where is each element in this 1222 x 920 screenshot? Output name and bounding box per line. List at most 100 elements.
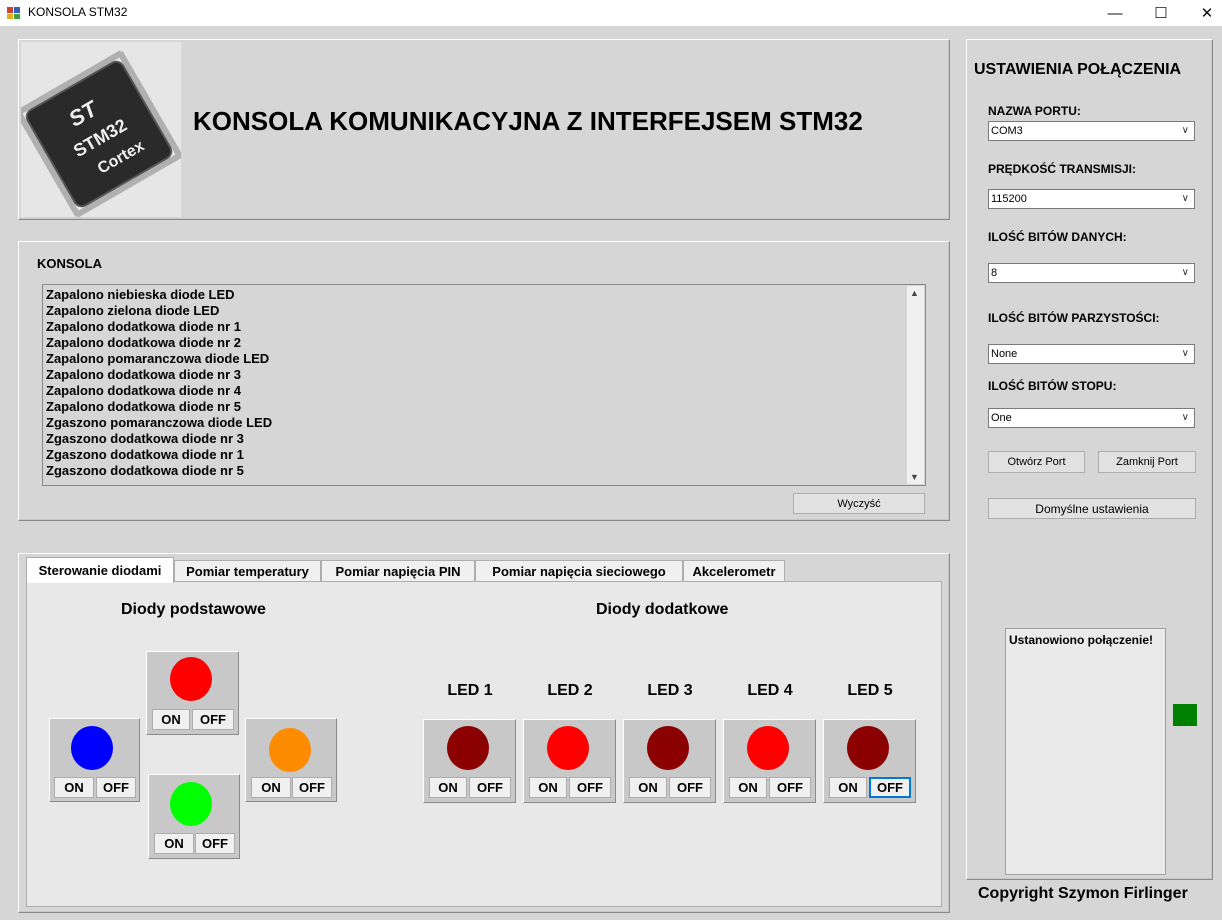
- extra-led5-group: ON OFF: [823, 719, 916, 803]
- led2-off-button[interactable]: OFF: [569, 777, 611, 798]
- settings-title: USTAWIENIA POŁĄCZENIA: [974, 61, 1182, 78]
- led5-label: LED 5: [847, 682, 893, 699]
- copyright-text: Copyright Szymon Firlinger: [978, 885, 1188, 902]
- baud-value: 115200: [991, 193, 1027, 205]
- title-bar[interactable]: KONSOLA STM32 — ☐ ✕: [0, 0, 1222, 26]
- extra-led2-group: ON OFF: [523, 719, 616, 803]
- extra-led3-group: ON OFF: [623, 719, 716, 803]
- page-title: KONSOLA KOMUNIKACYJNA Z INTERFEJSEM STM3…: [193, 106, 863, 136]
- led-red-off-button[interactable]: OFF: [192, 709, 234, 730]
- led1-off-button[interactable]: OFF: [469, 777, 511, 798]
- led-blue-on-button[interactable]: ON: [54, 777, 94, 798]
- stm32-chip-image: ST STM32 Cortex: [21, 42, 181, 217]
- led1-on-button[interactable]: ON: [429, 777, 467, 798]
- console-scrollbar[interactable]: ▲ ▼: [907, 286, 924, 484]
- console-line[interactable]: Zgaszono pomaranczowa diode LED: [46, 415, 272, 431]
- maximize-icon[interactable]: ☐: [1138, 0, 1184, 26]
- tab-accelerometer[interactable]: Akcelerometr: [683, 560, 785, 582]
- parity-value: None: [991, 348, 1018, 360]
- led2-indicator: [547, 726, 589, 770]
- status-box: Ustanowiono połączenie!: [1005, 628, 1166, 875]
- led2-label: LED 2: [547, 682, 593, 699]
- parity-select[interactable]: None ∨: [988, 344, 1195, 364]
- console-line[interactable]: Zgaszono dodatkowa diode nr 5: [46, 463, 272, 479]
- led4-indicator: [747, 726, 789, 770]
- databits-select[interactable]: 8 ∨: [988, 263, 1195, 283]
- baud-label: PRĘDKOŚĆ TRANSMISJI:: [988, 162, 1137, 176]
- console-lines: Zapalono niebieska diode LED Zapalono zi…: [46, 287, 272, 479]
- led1-label: LED 1: [447, 682, 493, 699]
- tab-led-control[interactable]: Sterowanie diodami: [26, 557, 174, 583]
- console-line[interactable]: Zapalono dodatkowa diode nr 2: [46, 335, 272, 351]
- port-value: COM3: [991, 125, 1023, 137]
- stopbits-label: ILOŚĆ BITÓW STOPU:: [988, 379, 1117, 393]
- led5-on-button[interactable]: ON: [829, 777, 867, 798]
- basic-led-red-group: ON OFF: [146, 651, 239, 735]
- default-settings-button[interactable]: Domyślne ustawienia: [988, 498, 1196, 519]
- console-line[interactable]: Zapalono dodatkowa diode nr 4: [46, 383, 272, 399]
- led3-off-button[interactable]: OFF: [669, 777, 711, 798]
- port-select[interactable]: COM3 ∨: [988, 121, 1195, 141]
- console-line[interactable]: Zapalono pomaranczowa diode LED: [46, 351, 272, 367]
- led-green-indicator: [170, 782, 212, 826]
- led4-label: LED 4: [747, 682, 793, 699]
- console-line[interactable]: Zapalono niebieska diode LED: [46, 287, 272, 303]
- extra-led4-group: ON OFF: [723, 719, 816, 803]
- led-orange-on-button[interactable]: ON: [251, 777, 291, 798]
- led2-on-button[interactable]: ON: [529, 777, 567, 798]
- extra-leds-title: Diody dodatkowe: [596, 601, 729, 618]
- header-panel: ST STM32 Cortex KONSOLA KOMUNIKACYJNA Z …: [18, 39, 950, 220]
- tab-temperature[interactable]: Pomiar temperatury: [174, 560, 321, 582]
- app-icon: [7, 7, 20, 19]
- chevron-down-icon[interactable]: ∨: [1182, 193, 1189, 204]
- chevron-down-icon[interactable]: ∨: [1182, 348, 1189, 359]
- console-line[interactable]: Zgaszono dodatkowa diode nr 1: [46, 447, 272, 463]
- scroll-up-icon[interactable]: ▲: [910, 288, 919, 298]
- led3-label: LED 3: [647, 682, 693, 699]
- led-orange-indicator: [269, 728, 311, 772]
- minimize-icon[interactable]: —: [1092, 0, 1138, 26]
- console-listbox[interactable]: Zapalono niebieska diode LED Zapalono zi…: [42, 284, 926, 486]
- console-label: KONSOLA: [37, 256, 102, 271]
- close-icon[interactable]: ✕: [1184, 0, 1222, 26]
- led3-on-button[interactable]: ON: [629, 777, 667, 798]
- window-title: KONSOLA STM32: [28, 5, 128, 19]
- scroll-down-icon[interactable]: ▼: [910, 472, 919, 482]
- led5-indicator: [847, 726, 889, 770]
- led-red-indicator: [170, 657, 212, 701]
- console-line[interactable]: Zapalono dodatkowa diode nr 3: [46, 367, 272, 383]
- chevron-down-icon[interactable]: ∨: [1182, 412, 1189, 423]
- chevron-down-icon[interactable]: ∨: [1182, 125, 1189, 136]
- chevron-down-icon[interactable]: ∨: [1182, 267, 1189, 278]
- led4-off-button[interactable]: OFF: [769, 777, 811, 798]
- connection-status-indicator: [1173, 704, 1197, 726]
- clear-button[interactable]: Wyczyść: [793, 493, 925, 514]
- parity-label: ILOŚĆ BITÓW PARZYSTOŚCI:: [988, 311, 1160, 325]
- databits-value: 8: [991, 267, 998, 279]
- tab-mains-voltage[interactable]: Pomiar napięcia sieciowego: [475, 560, 683, 582]
- baud-select[interactable]: 115200 ∨: [988, 189, 1195, 209]
- led5-off-button[interactable]: OFF: [869, 777, 911, 798]
- console-line[interactable]: Zgaszono dodatkowa diode nr 3: [46, 431, 272, 447]
- open-port-button[interactable]: Otwórz Port: [988, 451, 1085, 473]
- databits-label: ILOŚĆ BITÓW DANYCH:: [988, 230, 1127, 244]
- led-red-on-button[interactable]: ON: [152, 709, 190, 730]
- basic-led-blue-group: ON OFF: [49, 718, 140, 802]
- stopbits-select[interactable]: One ∨: [988, 408, 1195, 428]
- status-text: Ustanowiono połączenie!: [1009, 633, 1154, 647]
- led-blue-indicator: [71, 726, 113, 770]
- basic-led-green-group: ON OFF: [148, 774, 240, 859]
- console-line[interactable]: Zapalono zielona diode LED: [46, 303, 272, 319]
- close-port-button[interactable]: Zamknij Port: [1098, 451, 1196, 473]
- console-line[interactable]: Zapalono dodatkowa diode nr 5: [46, 399, 272, 415]
- led-orange-off-button[interactable]: OFF: [292, 777, 332, 798]
- led-green-off-button[interactable]: OFF: [195, 833, 235, 854]
- tab-pin-voltage[interactable]: Pomiar napięcia PIN: [321, 560, 475, 582]
- basic-led-orange-group: ON OFF: [245, 718, 337, 802]
- led-green-on-button[interactable]: ON: [154, 833, 194, 854]
- led-blue-off-button[interactable]: OFF: [96, 777, 136, 798]
- led4-on-button[interactable]: ON: [729, 777, 767, 798]
- led1-indicator: [447, 726, 489, 770]
- console-line[interactable]: Zapalono dodatkowa diode nr 1: [46, 319, 272, 335]
- led3-indicator: [647, 726, 689, 770]
